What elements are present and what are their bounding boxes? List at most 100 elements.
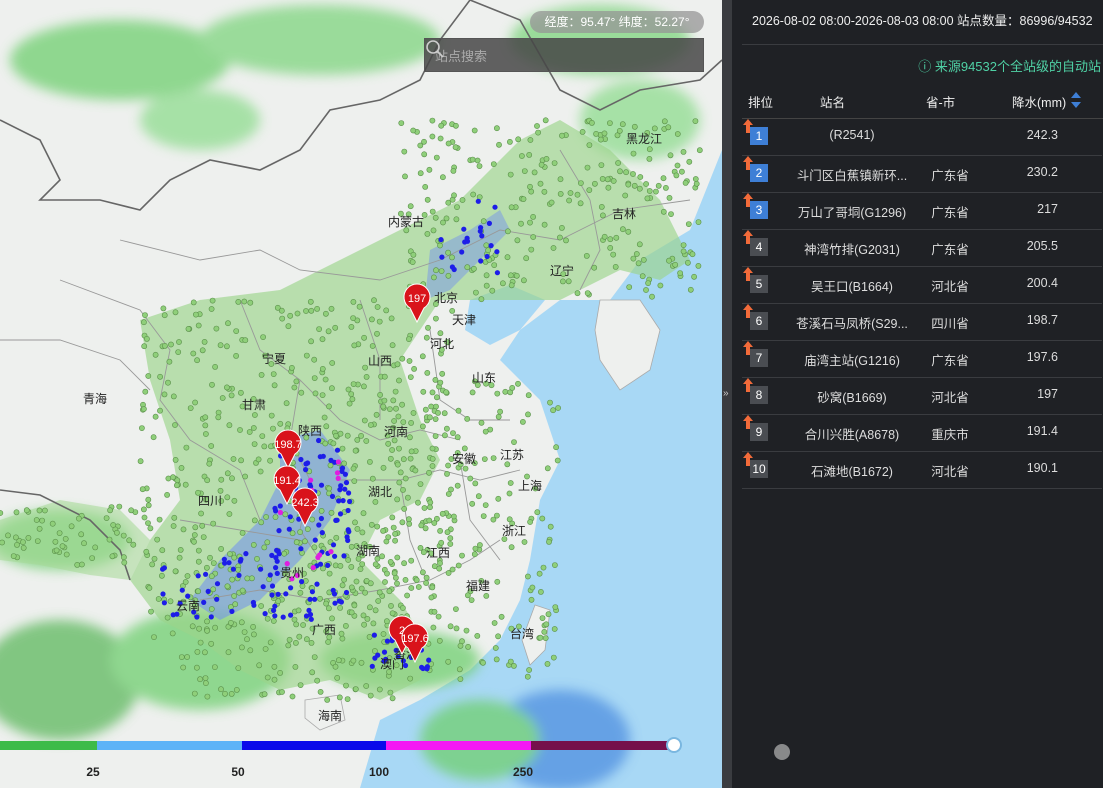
station-dot[interactable] xyxy=(389,514,396,521)
station-dot[interactable] xyxy=(20,539,26,545)
station-dot[interactable] xyxy=(53,547,60,554)
station-dot[interactable] xyxy=(283,400,290,407)
station-dot[interactable] xyxy=(584,290,591,296)
station-dot[interactable] xyxy=(408,419,414,426)
station-dot[interactable] xyxy=(229,475,235,482)
station-dot[interactable] xyxy=(417,545,424,551)
station-dot[interactable] xyxy=(289,530,296,537)
sort-icon[interactable] xyxy=(1070,91,1082,109)
station-dot[interactable] xyxy=(636,185,643,192)
station-dot[interactable] xyxy=(412,467,419,474)
station-dot[interactable] xyxy=(509,384,516,391)
station-dot[interactable] xyxy=(598,203,605,210)
station-dot-heavy[interactable] xyxy=(306,607,312,614)
station-dot[interactable] xyxy=(375,598,382,604)
station-dot[interactable] xyxy=(619,121,626,128)
station-dot[interactable] xyxy=(250,624,256,630)
station-dot[interactable] xyxy=(541,188,548,195)
station-dot[interactable] xyxy=(470,191,477,198)
station-dot-heavy[interactable] xyxy=(303,467,309,473)
station-dot[interactable] xyxy=(452,122,459,129)
station-dot[interactable] xyxy=(394,496,401,503)
station-dot[interactable] xyxy=(184,654,190,660)
station-dot[interactable] xyxy=(686,158,693,165)
station-dot-heavy[interactable] xyxy=(337,487,343,493)
station-dot[interactable] xyxy=(639,273,646,280)
station-dot[interactable] xyxy=(226,551,233,557)
station-dot[interactable] xyxy=(402,173,408,180)
station-dot-heavy[interactable] xyxy=(201,599,207,606)
station-dot[interactable] xyxy=(191,532,198,538)
station-dot[interactable] xyxy=(182,481,189,488)
station-dot[interactable] xyxy=(344,432,351,439)
station-dot-heavy[interactable] xyxy=(308,477,314,483)
station-dot[interactable] xyxy=(326,485,333,492)
station-dot[interactable] xyxy=(374,304,381,310)
station-dot[interactable] xyxy=(537,180,544,187)
station-dot[interactable] xyxy=(406,434,413,441)
station-dot[interactable] xyxy=(235,665,242,671)
station-dot[interactable] xyxy=(227,620,234,626)
station-dot[interactable] xyxy=(325,328,332,335)
station-dot[interactable] xyxy=(148,608,154,615)
station-dot[interactable] xyxy=(197,676,203,683)
station-dot[interactable] xyxy=(539,615,546,621)
station-dot[interactable] xyxy=(389,342,396,349)
station-dot-heavy[interactable] xyxy=(229,608,235,615)
station-dot[interactable] xyxy=(282,511,289,518)
station-dot[interactable] xyxy=(415,499,421,506)
station-dot[interactable] xyxy=(635,260,642,267)
station-dot[interactable] xyxy=(506,138,513,145)
station-dot[interactable] xyxy=(325,605,332,612)
station-dot-heavy[interactable] xyxy=(280,614,286,620)
station-dot[interactable] xyxy=(373,411,380,418)
station-dot[interactable] xyxy=(468,597,475,603)
station-dot[interactable] xyxy=(406,521,413,527)
station-dot[interactable] xyxy=(392,531,398,537)
station-dot[interactable] xyxy=(242,337,249,344)
station-dot[interactable] xyxy=(583,252,590,259)
station-dot[interactable] xyxy=(507,272,514,279)
station-dot[interactable] xyxy=(402,475,409,482)
station-dot[interactable] xyxy=(421,151,428,158)
station-dot[interactable] xyxy=(410,410,417,416)
station-dot[interactable] xyxy=(206,460,213,467)
station-dot[interactable] xyxy=(388,603,394,609)
station-dot[interactable] xyxy=(551,160,558,166)
station-dot[interactable] xyxy=(672,261,679,268)
station-dot[interactable] xyxy=(271,663,278,670)
station-dot[interactable] xyxy=(288,364,295,371)
station-dot[interactable] xyxy=(552,562,558,568)
station-dot[interactable] xyxy=(52,538,59,545)
station-dot[interactable] xyxy=(151,634,157,640)
station-dot[interactable] xyxy=(244,575,251,582)
station-dot-heavy[interactable] xyxy=(243,551,249,557)
station-dot[interactable] xyxy=(437,528,443,534)
station-dot[interactable] xyxy=(326,570,333,577)
station-dot[interactable] xyxy=(59,543,66,550)
station-dot[interactable] xyxy=(470,265,477,272)
station-dot[interactable] xyxy=(167,598,174,605)
station-dot[interactable] xyxy=(345,557,352,563)
station-dot[interactable] xyxy=(447,535,454,542)
station-dot[interactable] xyxy=(303,308,309,314)
station-dot[interactable] xyxy=(260,334,266,340)
station-dot[interactable] xyxy=(607,120,613,126)
station-dot-heavy[interactable] xyxy=(274,547,280,553)
station-dot[interactable] xyxy=(404,494,411,501)
station-dot[interactable] xyxy=(464,415,471,422)
station-dot[interactable] xyxy=(445,199,452,206)
station-dot[interactable] xyxy=(120,532,127,539)
station-dot-heavy[interactable] xyxy=(330,542,337,548)
station-dot[interactable] xyxy=(615,160,621,166)
station-dot[interactable] xyxy=(251,412,258,418)
station-dot[interactable] xyxy=(665,124,672,131)
station-dot-heavy[interactable] xyxy=(328,457,334,463)
station-dot[interactable] xyxy=(228,392,235,399)
station-dot[interactable] xyxy=(518,220,524,227)
station-dot[interactable] xyxy=(230,456,237,462)
station-dot-heavy[interactable] xyxy=(312,596,318,602)
station-dot[interactable] xyxy=(574,290,581,297)
station-dot[interactable] xyxy=(471,551,478,558)
station-dot[interactable] xyxy=(250,631,257,638)
